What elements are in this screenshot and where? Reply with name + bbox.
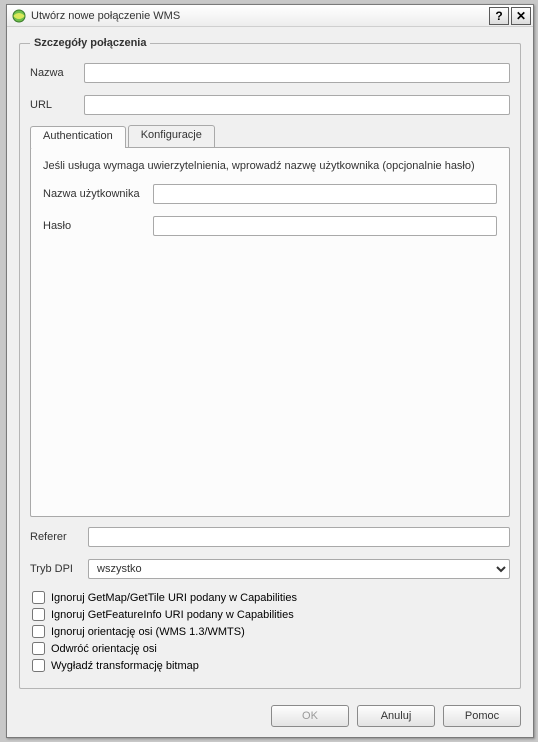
check-smooth-bitmap-label: Wygładź transformację bitmap <box>51 660 199 672</box>
check-ignore-axis-label: Ignoruj orientację osi (WMS 1.3/WMTS) <box>51 626 245 638</box>
connection-details-group: Szczegóły połączenia Nazwa URL Authentic… <box>19 37 521 689</box>
cancel-button[interactable]: Anuluj <box>357 705 435 727</box>
help-button[interactable]: ? <box>489 7 509 25</box>
tab-bar: Authentication Konfiguracje <box>30 125 510 147</box>
referer-row: Referer <box>30 527 510 547</box>
password-label: Hasło <box>43 220 153 232</box>
password-row: Hasło <box>43 216 497 236</box>
check-invert-axis-label: Odwróć orientację osi <box>51 643 157 655</box>
auth-hint: Jeśli usługa wymaga uwierzytelnienia, wp… <box>43 160 497 172</box>
close-button[interactable]: ✕ <box>511 7 531 25</box>
tab-authentication[interactable]: Authentication <box>30 126 126 148</box>
check-smooth-bitmap[interactable] <box>32 659 45 672</box>
title-bar: Utwórz nowe połączenie WMS ? ✕ <box>7 5 533 27</box>
window-title: Utwórz nowe połączenie WMS <box>31 10 487 22</box>
check-ignore-getfeatureinfo-row: Ignoruj GetFeatureInfo URI podany w Capa… <box>30 608 510 621</box>
name-label: Nazwa <box>30 67 84 79</box>
referer-input[interactable] <box>88 527 510 547</box>
check-invert-axis[interactable] <box>32 642 45 655</box>
dpi-label: Tryb DPI <box>30 563 88 575</box>
check-ignore-getfeatureinfo[interactable] <box>32 608 45 621</box>
check-ignore-getmap-row: Ignoruj GetMap/GetTile URI podany w Capa… <box>30 591 510 604</box>
check-invert-axis-row: Odwróć orientację osi <box>30 642 510 655</box>
dpi-row: Tryb DPI wszystko <box>30 559 510 579</box>
checkbox-group: Ignoruj GetMap/GetTile URI podany w Capa… <box>30 587 510 676</box>
app-icon <box>11 8 27 24</box>
username-label: Nazwa użytkownika <box>43 188 153 200</box>
password-input[interactable] <box>153 216 497 236</box>
check-ignore-getfeatureinfo-label: Ignoruj GetFeatureInfo URI podany w Capa… <box>51 609 294 621</box>
username-input[interactable] <box>153 184 497 204</box>
tab-configurations[interactable]: Konfiguracje <box>128 125 215 147</box>
check-ignore-getmap-label: Ignoruj GetMap/GetTile URI podany w Capa… <box>51 592 297 604</box>
name-input[interactable] <box>84 63 510 83</box>
url-label: URL <box>30 99 84 111</box>
referer-label: Referer <box>30 531 88 543</box>
url-row: URL <box>30 95 510 115</box>
check-ignore-axis[interactable] <box>32 625 45 638</box>
dpi-select[interactable]: wszystko <box>88 559 510 579</box>
button-bar: OK Anuluj Pomoc <box>7 697 533 737</box>
auth-tab-panel: Jeśli usługa wymaga uwierzytelnienia, wp… <box>30 147 510 517</box>
group-legend: Szczegóły połączenia <box>30 37 150 49</box>
ok-button[interactable]: OK <box>271 705 349 727</box>
client-area: Szczegóły połączenia Nazwa URL Authentic… <box>7 27 533 697</box>
help-action-button[interactable]: Pomoc <box>443 705 521 727</box>
check-smooth-bitmap-row: Wygładź transformację bitmap <box>30 659 510 672</box>
username-row: Nazwa użytkownika <box>43 184 497 204</box>
check-ignore-axis-row: Ignoruj orientację osi (WMS 1.3/WMTS) <box>30 625 510 638</box>
name-row: Nazwa <box>30 63 510 83</box>
check-ignore-getmap[interactable] <box>32 591 45 604</box>
url-input[interactable] <box>84 95 510 115</box>
dialog-window: Utwórz nowe połączenie WMS ? ✕ Szczegóły… <box>6 4 534 738</box>
